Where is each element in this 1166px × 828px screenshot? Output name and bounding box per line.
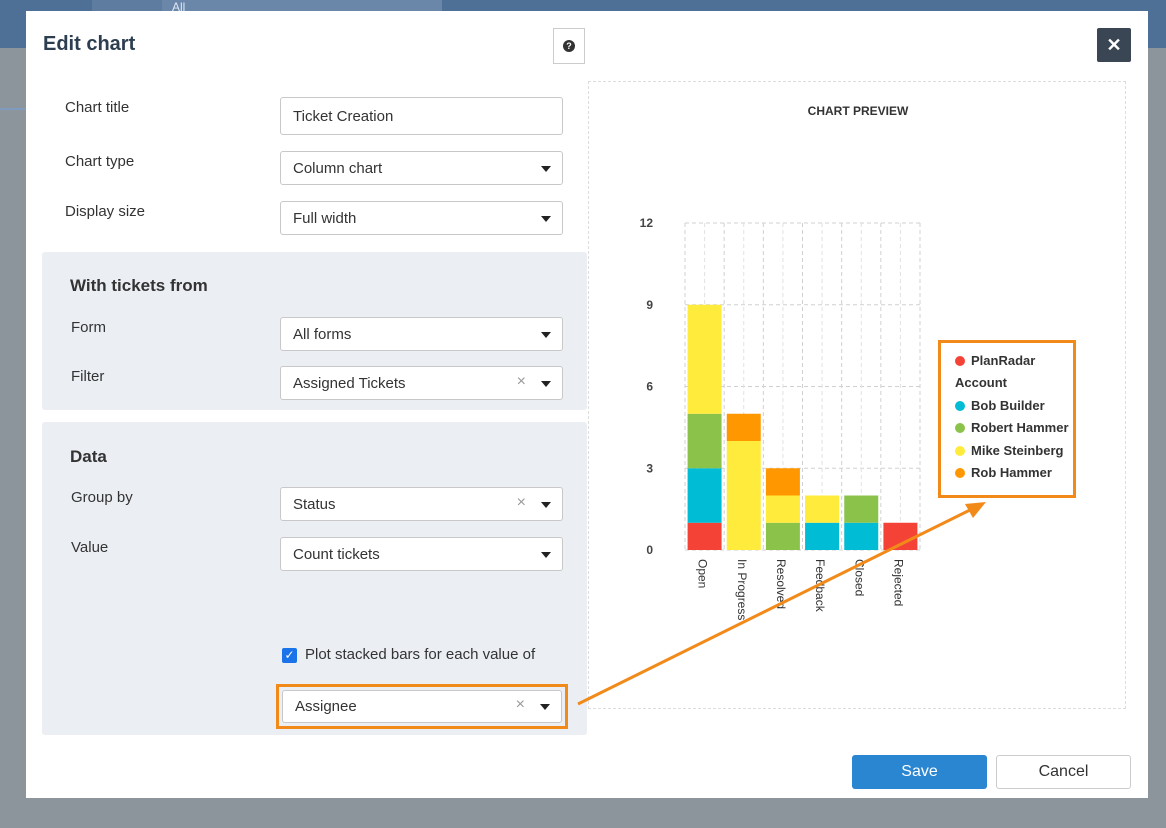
x-tick-label: Rejected bbox=[891, 559, 905, 606]
bar-segment bbox=[765, 468, 800, 496]
legend-swatch bbox=[955, 401, 965, 411]
bar-segment bbox=[726, 413, 761, 441]
legend-label: PlanRadar Account bbox=[955, 353, 1036, 390]
y-tick-label: 12 bbox=[640, 216, 654, 230]
bar-segment bbox=[844, 495, 879, 523]
bar-segment bbox=[765, 495, 800, 523]
chart-legend: PlanRadar Account Bob Builder Robert Ham… bbox=[938, 340, 1076, 498]
bar-segment bbox=[687, 468, 722, 523]
bar-segment bbox=[726, 441, 761, 550]
legend-label: Bob Builder bbox=[971, 398, 1045, 413]
cancel-button[interactable]: Cancel bbox=[996, 755, 1131, 789]
legend-label: Robert Hammer bbox=[971, 420, 1069, 435]
bar-segment bbox=[687, 304, 722, 414]
legend-swatch bbox=[955, 356, 965, 366]
save-button[interactable]: Save bbox=[852, 755, 987, 789]
legend-label: Rob Hammer bbox=[971, 465, 1052, 480]
legend-swatch bbox=[955, 468, 965, 478]
legend-item: Bob Builder bbox=[955, 395, 1045, 417]
legend-item: PlanRadar Account bbox=[955, 350, 1065, 394]
bar-segment bbox=[687, 413, 722, 469]
bar-segment bbox=[765, 522, 800, 550]
legend-swatch bbox=[955, 423, 965, 433]
edit-chart-dialog: Edit chart ? ✕ Chart title Ticket Creati… bbox=[26, 11, 1148, 798]
y-tick-label: 9 bbox=[646, 298, 653, 312]
legend-item: Robert Hammer bbox=[955, 417, 1069, 439]
bar-segment bbox=[687, 522, 722, 550]
y-tick-label: 0 bbox=[646, 543, 653, 557]
legend-item: Rob Hammer bbox=[955, 462, 1052, 484]
x-tick-label: In Progress bbox=[735, 559, 749, 620]
bar-segment bbox=[805, 495, 840, 523]
x-tick-label: Open bbox=[696, 559, 710, 588]
legend-item: Mike Steinberg bbox=[955, 440, 1063, 462]
bar-segment bbox=[805, 522, 840, 550]
bar-segment bbox=[844, 522, 879, 550]
legend-swatch bbox=[955, 446, 965, 456]
y-tick-label: 6 bbox=[646, 380, 653, 394]
legend-label: Mike Steinberg bbox=[971, 443, 1064, 458]
background-divider bbox=[0, 108, 26, 110]
y-tick-label: 3 bbox=[646, 461, 653, 475]
